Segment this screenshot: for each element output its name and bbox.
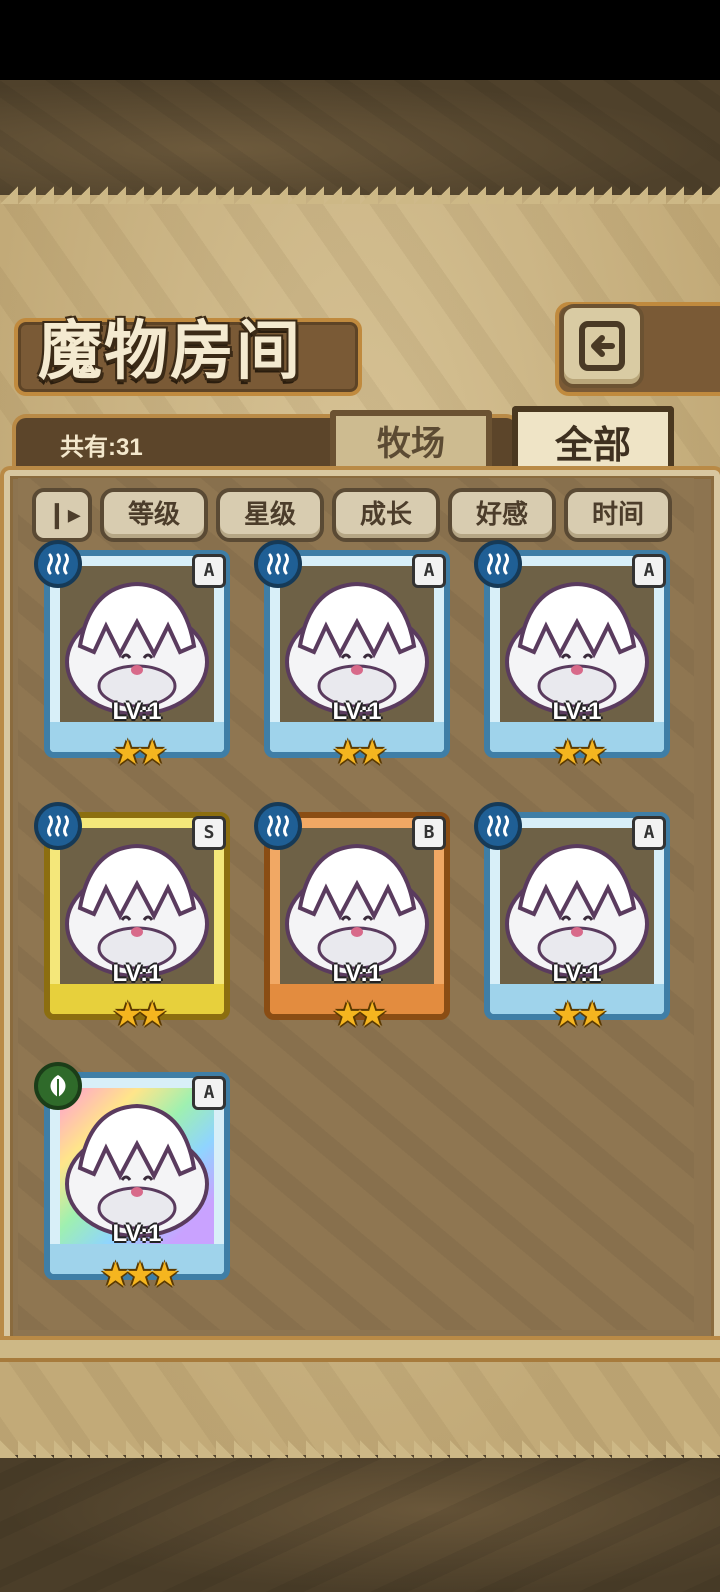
element-badge <box>254 540 302 588</box>
rank-badge: A <box>632 554 666 588</box>
status-bar-area <box>0 0 720 80</box>
monster-count: 共有:31 <box>60 434 143 461</box>
sort-button-time[interactable]: 时间 <box>564 488 672 542</box>
level-label: LV:1 <box>112 960 162 987</box>
star-rating: ★★ <box>332 995 388 1035</box>
level-label: LV:1 <box>332 960 382 987</box>
star-rating: ★★ <box>112 733 168 773</box>
rank-badge: S <box>192 816 226 850</box>
monster-card[interactable]: A LV:1 ★★ <box>474 540 670 770</box>
back-arrow-icon <box>579 321 625 371</box>
monster-card[interactable]: B LV:1 ★★ <box>254 802 450 1032</box>
monster-card[interactable]: A LV:1 ★★ <box>254 540 450 770</box>
level-label: LV:1 <box>112 698 162 725</box>
monster-card[interactable]: A LV:1 ★★★ <box>34 1062 230 1292</box>
sort-button-growth[interactable]: 成长 <box>332 488 440 542</box>
sort-button-affection[interactable]: 好感 <box>448 488 556 542</box>
tab-farm[interactable]: 牧场 <box>330 410 492 472</box>
element-badge <box>34 540 82 588</box>
water-icon <box>267 815 289 837</box>
rank-badge: A <box>632 816 666 850</box>
leaf-icon <box>50 1075 66 1097</box>
element-badge <box>474 540 522 588</box>
map-background-top <box>0 80 720 195</box>
sort-order-toggle[interactable]: ❙▸ <box>32 488 92 542</box>
monster-card[interactable]: A LV:1 ★★ <box>474 802 670 1032</box>
page-title: 魔物房间 <box>38 314 302 389</box>
sort-order-icon: ❙▸ <box>46 500 81 530</box>
star-rating: ★★ <box>552 733 608 773</box>
star-rating: ★★ <box>112 995 168 1035</box>
panel-torn-edge-bottom <box>0 1440 720 1458</box>
rank-badge: A <box>192 554 226 588</box>
water-icon <box>487 553 509 575</box>
water-icon <box>267 553 289 575</box>
sort-button-stars[interactable]: 星级 <box>216 488 324 542</box>
water-icon <box>47 553 69 575</box>
element-badge <box>34 802 82 850</box>
element-badge <box>254 802 302 850</box>
monster-card[interactable]: S LV:1 ★★ <box>34 802 230 1032</box>
level-label: LV:1 <box>332 698 382 725</box>
star-rating: ★★★ <box>100 1255 179 1295</box>
level-label: LV:1 <box>552 698 602 725</box>
element-badge <box>474 802 522 850</box>
grid-bottom-rail <box>0 1336 720 1362</box>
water-icon <box>487 815 509 837</box>
map-background-bottom <box>0 1455 720 1592</box>
level-label: LV:1 <box>552 960 602 987</box>
monster-card[interactable]: A LV:1 ★★ <box>34 540 230 770</box>
sort-button-level[interactable]: 等级 <box>100 488 208 542</box>
rank-badge: A <box>412 554 446 588</box>
back-button[interactable] <box>560 304 644 388</box>
rank-badge: A <box>192 1076 226 1110</box>
panel-torn-edge-top <box>0 186 720 204</box>
element-badge <box>34 1062 82 1110</box>
tab-all[interactable]: 全部 <box>512 406 674 478</box>
water-icon <box>47 815 69 837</box>
star-rating: ★★ <box>552 995 608 1035</box>
star-rating: ★★ <box>332 733 388 773</box>
level-label: LV:1 <box>112 1220 162 1247</box>
rank-badge: B <box>412 816 446 850</box>
